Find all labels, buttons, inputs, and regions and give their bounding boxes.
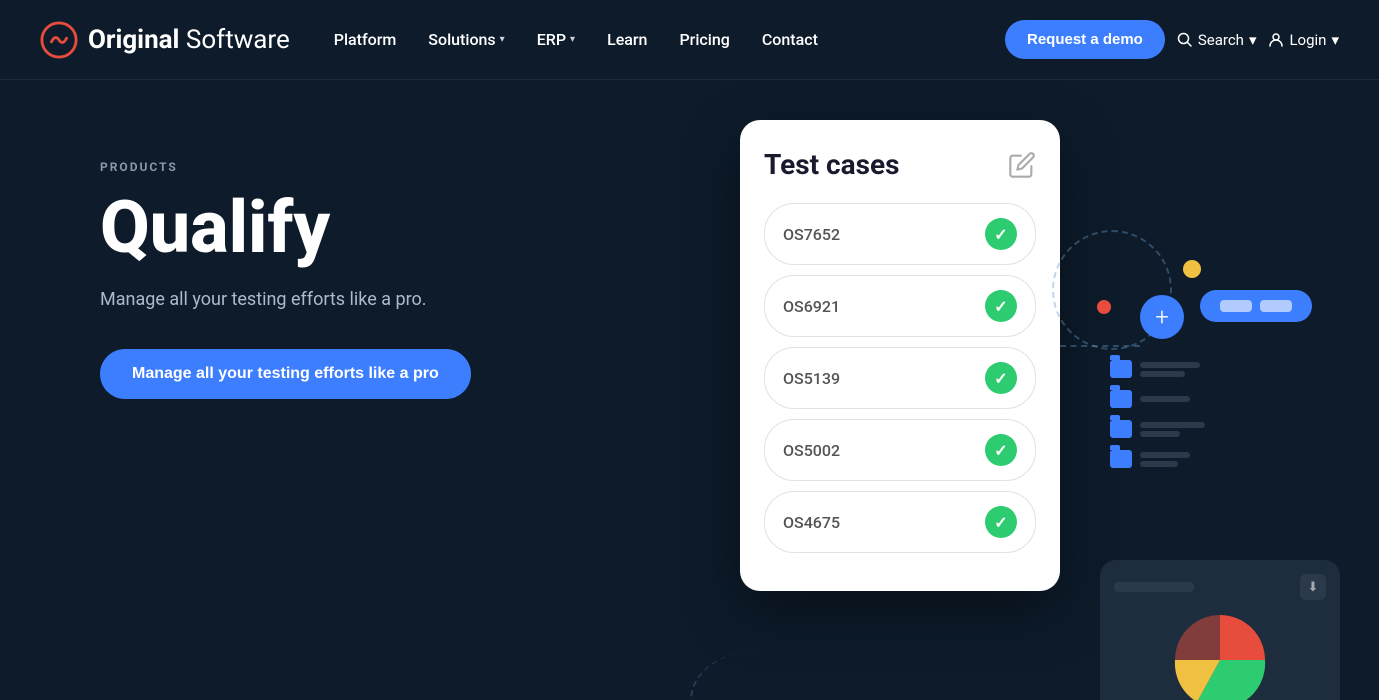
pie-chart	[1170, 610, 1270, 700]
search-icon	[1177, 32, 1193, 48]
nav-links: Platform Solutions ▾ ERP ▾ Learn Pricing…	[320, 22, 1005, 57]
test-item: OS6921 ✓	[764, 275, 1036, 337]
user-icon	[1268, 32, 1284, 48]
deco-yellow-dot	[1183, 260, 1201, 278]
search-button[interactable]: Search ▾	[1177, 31, 1257, 49]
card-title: Test cases	[764, 148, 900, 181]
card-header: Test cases	[764, 148, 1036, 181]
deco-line	[1140, 422, 1205, 428]
deco-connect-line	[1060, 345, 1140, 347]
check-icon: ✓	[985, 218, 1017, 250]
download-icon: ⬇	[1300, 574, 1326, 600]
deco-file-row	[1110, 390, 1205, 408]
logo[interactable]: Original Software	[40, 21, 290, 59]
nav-item-solutions[interactable]: Solutions ▾	[414, 22, 518, 57]
chevron-down-icon: ▾	[500, 34, 505, 45]
test-item-id: OS4675	[783, 513, 840, 532]
deco-file-row	[1110, 420, 1205, 438]
deco-line	[1140, 371, 1185, 377]
chevron-down-icon: ▾	[1249, 31, 1257, 49]
test-item: OS7652 ✓	[764, 203, 1036, 265]
deco-pill-block	[1220, 300, 1252, 312]
deco-folder-icon	[1110, 450, 1132, 468]
deco-line	[1140, 362, 1200, 368]
deco-dashed-arc	[690, 650, 830, 700]
nav-item-contact[interactable]: Contact	[748, 22, 832, 57]
check-icon: ✓	[985, 434, 1017, 466]
request-demo-button[interactable]: Request a demo	[1005, 20, 1165, 59]
deco-folder-icon	[1110, 420, 1132, 438]
deco-line	[1140, 452, 1190, 458]
test-cases-card: Test cases OS7652 ✓ OS6921 ✓ OS5139 ✓ OS…	[740, 120, 1060, 591]
cta-button[interactable]: Manage all your testing efforts like a p…	[100, 349, 471, 399]
deco-line	[1140, 461, 1178, 467]
chevron-down-icon: ▾	[1331, 31, 1339, 49]
hero-left-content: PRODUCTS Qualify Manage all your testing…	[100, 160, 471, 399]
chevron-down-icon: ▾	[570, 34, 575, 45]
deco-folder-icon	[1110, 390, 1132, 408]
hero-subtitle: Manage all your testing efforts like a p…	[100, 286, 471, 313]
login-button[interactable]: Login ▾	[1268, 31, 1339, 49]
deco-red-dot	[1097, 300, 1111, 314]
check-icon: ✓	[985, 362, 1017, 394]
test-item: OS4675 ✓	[764, 491, 1036, 553]
deco-plus-button: +	[1140, 295, 1184, 339]
products-label: PRODUCTS	[100, 160, 471, 174]
navbar: Original Software Platform Solutions ▾ E…	[0, 0, 1379, 80]
deco-pill-block	[1260, 300, 1292, 312]
check-icon: ✓	[985, 290, 1017, 322]
test-item: OS5139 ✓	[764, 347, 1036, 409]
deco-line	[1140, 431, 1180, 437]
logo-regular: Software	[179, 25, 289, 55]
deco-chart-card: ⬇	[1100, 560, 1340, 700]
deco-chart-bar	[1114, 582, 1194, 592]
deco-line	[1140, 396, 1190, 402]
test-item-id: OS5002	[783, 441, 840, 460]
check-icon: ✓	[985, 506, 1017, 538]
nav-item-erp[interactable]: ERP ▾	[523, 22, 589, 57]
nav-item-pricing[interactable]: Pricing	[665, 22, 743, 57]
test-item-id: OS6921	[783, 297, 840, 316]
logo-icon	[40, 21, 78, 59]
test-item: OS5002 ✓	[764, 419, 1036, 481]
deco-pill	[1200, 290, 1312, 322]
nav-item-platform[interactable]: Platform	[320, 22, 411, 57]
nav-right: Request a demo Search ▾ Login ▾	[1005, 20, 1339, 59]
logo-bold: Original	[88, 25, 179, 55]
deco-file-row	[1110, 450, 1205, 468]
deco-folder-icon	[1110, 360, 1132, 378]
test-item-id: OS5139	[783, 369, 840, 388]
deco-file-list	[1110, 360, 1205, 480]
deco-file-row	[1110, 360, 1205, 378]
hero-section: PRODUCTS Qualify Manage all your testing…	[0, 80, 1379, 700]
deco-chart-header: ⬇	[1114, 574, 1326, 600]
test-item-id: OS7652	[783, 225, 840, 244]
hero-title: Qualify	[100, 190, 471, 266]
nav-item-learn[interactable]: Learn	[593, 22, 661, 57]
edit-icon	[1008, 151, 1036, 179]
